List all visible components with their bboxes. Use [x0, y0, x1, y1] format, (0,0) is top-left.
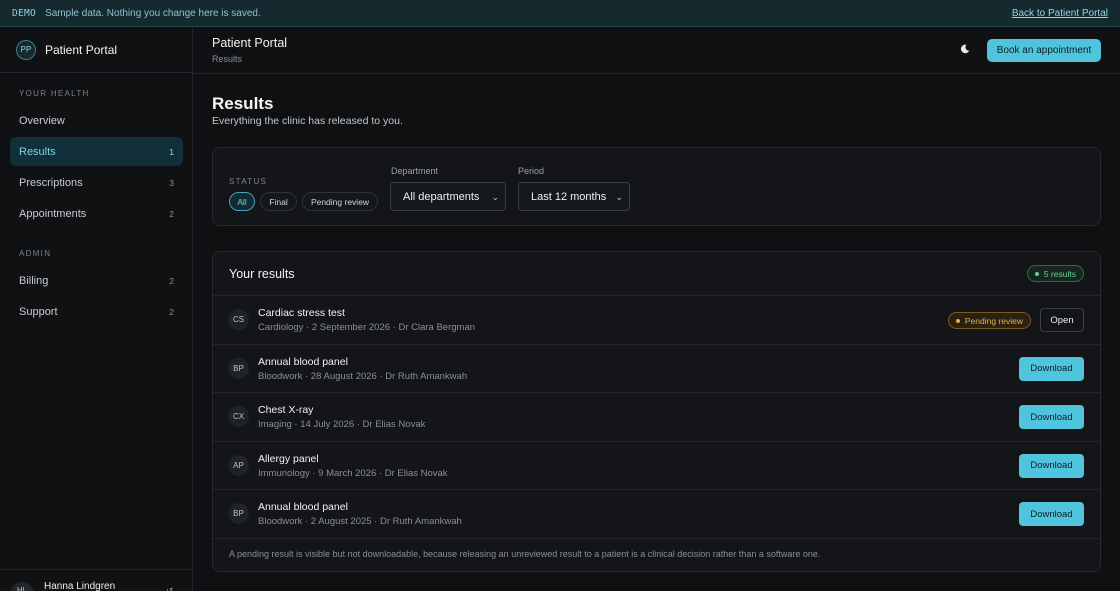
open-button[interactable]: Open — [1040, 308, 1084, 332]
app-name: Patient Portal — [45, 42, 118, 57]
sidebar-item-label: Appointments — [19, 207, 87, 220]
demo-banner: DEMO Sample data. Nothing you change her… — [0, 0, 1120, 27]
period-select[interactable]: Last 12 months ⌄ — [518, 182, 630, 211]
topbar: Patient Portal Results Book an appointme… — [193, 27, 1120, 74]
sign-out-icon[interactable]: ↺ — [166, 586, 174, 591]
results-count-badge: 5 results — [1026, 265, 1084, 282]
pending-review-badge: Pending review — [947, 312, 1031, 329]
back-to-portal-link[interactable]: Back to Patient Portal — [1012, 8, 1108, 19]
sidebar-item-label: Support — [19, 305, 58, 318]
avatar: HL — [10, 582, 34, 591]
demo-message: Sample data. Nothing you change here is … — [45, 7, 261, 19]
result-name: Cardiac stress test — [258, 307, 345, 319]
result-name: Allergy panel — [258, 452, 319, 465]
download-button[interactable]: Download — [1019, 453, 1084, 478]
result-initials: BP — [228, 357, 249, 379]
pending-review-text: Pending review — [964, 315, 1023, 326]
result-meta: Imaging · 14 July 2026 · Dr Elias Novak — [258, 419, 426, 431]
sidebar-item-results[interactable]: Results 1 — [10, 137, 183, 166]
result-meta: Bloodwork · 28 August 2026 · Dr Ruth Ama… — [258, 370, 468, 382]
filters-panel: STATUS All Final Pending review Departme… — [212, 147, 1101, 226]
result-initials: CX — [228, 406, 249, 428]
status-chip-all[interactable]: All — [229, 192, 255, 211]
page-title: Results — [212, 94, 274, 113]
chevron-down-icon: ⌄ — [615, 192, 623, 202]
download-button[interactable]: Download — [1019, 405, 1084, 430]
result-row[interactable]: BP Annual blood panel Bloodwork · 2 Augu… — [213, 490, 1100, 539]
status-dot — [1034, 271, 1039, 276]
department-label: Department — [391, 166, 439, 176]
results-title: Your results — [229, 267, 295, 281]
user-name: Hanna Lindgren — [44, 581, 116, 591]
sidebar-item-label: Prescriptions — [19, 176, 83, 189]
status-chip-final[interactable]: Final — [260, 192, 297, 211]
breadcrumb: Results — [212, 54, 243, 64]
status-chip-pending-review[interactable]: Pending review — [302, 192, 378, 211]
sidebar-item-count: 2 — [169, 306, 174, 317]
section-title-your-health: YOUR HEALTH — [19, 89, 90, 98]
brand[interactable]: PP Patient Portal — [0, 27, 192, 73]
header-title: Patient Portal — [212, 36, 288, 50]
period-value: Last 12 months — [531, 190, 607, 203]
result-row[interactable]: AP Allergy panel Immunology · 9 March 20… — [213, 442, 1100, 491]
sidebar-item-count: 2 — [169, 275, 174, 286]
app-logo: PP — [16, 39, 36, 60]
sidebar-item-count: 1 — [169, 146, 174, 157]
sidebar-item-label: Overview — [19, 114, 65, 127]
result-meta: Immunology · 9 March 2026 · Dr Elias Nov… — [258, 467, 448, 479]
department-select[interactable]: All departments ⌄ — [390, 182, 506, 211]
sidebar-item-label: Billing — [19, 274, 49, 287]
result-row[interactable]: BP Annual blood panel Bloodwork · 28 Aug… — [213, 345, 1100, 394]
sidebar-item-label: Results — [19, 145, 56, 158]
status-dot — [955, 318, 960, 323]
result-meta: Cardiology · 2 September 2026 · Dr Clara… — [258, 322, 476, 333]
user-profile[interactable]: HL Hanna Lindgren ↺ — [0, 569, 192, 591]
result-row[interactable]: CS Cardiac stress test Cardiology · 2 Se… — [213, 296, 1100, 345]
sidebar-item-count: 2 — [169, 208, 174, 219]
download-button[interactable]: Download — [1019, 502, 1084, 527]
section-title-admin: ADMIN — [19, 249, 52, 258]
result-row[interactable]: CX Chest X-ray Imaging · 14 July 2026 · … — [213, 393, 1100, 442]
download-button[interactable]: Download — [1019, 356, 1084, 381]
results-header: Your results 5 results — [213, 252, 1100, 296]
result-initials: CS — [228, 309, 249, 330]
sidebar-item-overview[interactable]: Overview — [10, 106, 183, 135]
page-subtitle: Everything the clinic has released to yo… — [212, 115, 403, 127]
moon-icon[interactable] — [958, 42, 972, 56]
sidebar-item-count: 3 — [169, 177, 174, 188]
sidebar-item-prescriptions[interactable]: Prescriptions 3 — [10, 168, 183, 197]
result-meta: Bloodwork · 2 August 2025 · Dr Ruth Aman… — [258, 516, 462, 528]
result-initials: BP — [228, 503, 249, 525]
demo-tag: DEMO — [12, 7, 37, 19]
result-name: Annual blood panel — [258, 355, 348, 368]
result-name: Annual blood panel — [258, 501, 348, 514]
sidebar-item-billing[interactable]: Billing 2 — [10, 266, 183, 295]
results-card: Your results 5 results CS Cardiac stress… — [212, 251, 1101, 572]
result-name: Chest X-ray — [258, 404, 314, 417]
result-initials: AP — [228, 454, 249, 476]
sidebar: PP Patient Portal YOUR HEALTH Overview R… — [0, 27, 193, 591]
department-value: All departments — [403, 190, 480, 203]
sidebar-item-appointments[interactable]: Appointments 2 — [10, 199, 183, 228]
sidebar-item-support[interactable]: Support 2 — [10, 297, 183, 326]
period-label: Period — [518, 166, 545, 176]
status-filter-label: STATUS — [229, 177, 268, 186]
book-appointment-button[interactable]: Book an appointment — [987, 39, 1101, 62]
chevron-down-icon: ⌄ — [491, 192, 499, 202]
results-footer-note: A pending result is visible but not down… — [229, 549, 821, 559]
results-count-text: 5 results — [1043, 268, 1076, 279]
